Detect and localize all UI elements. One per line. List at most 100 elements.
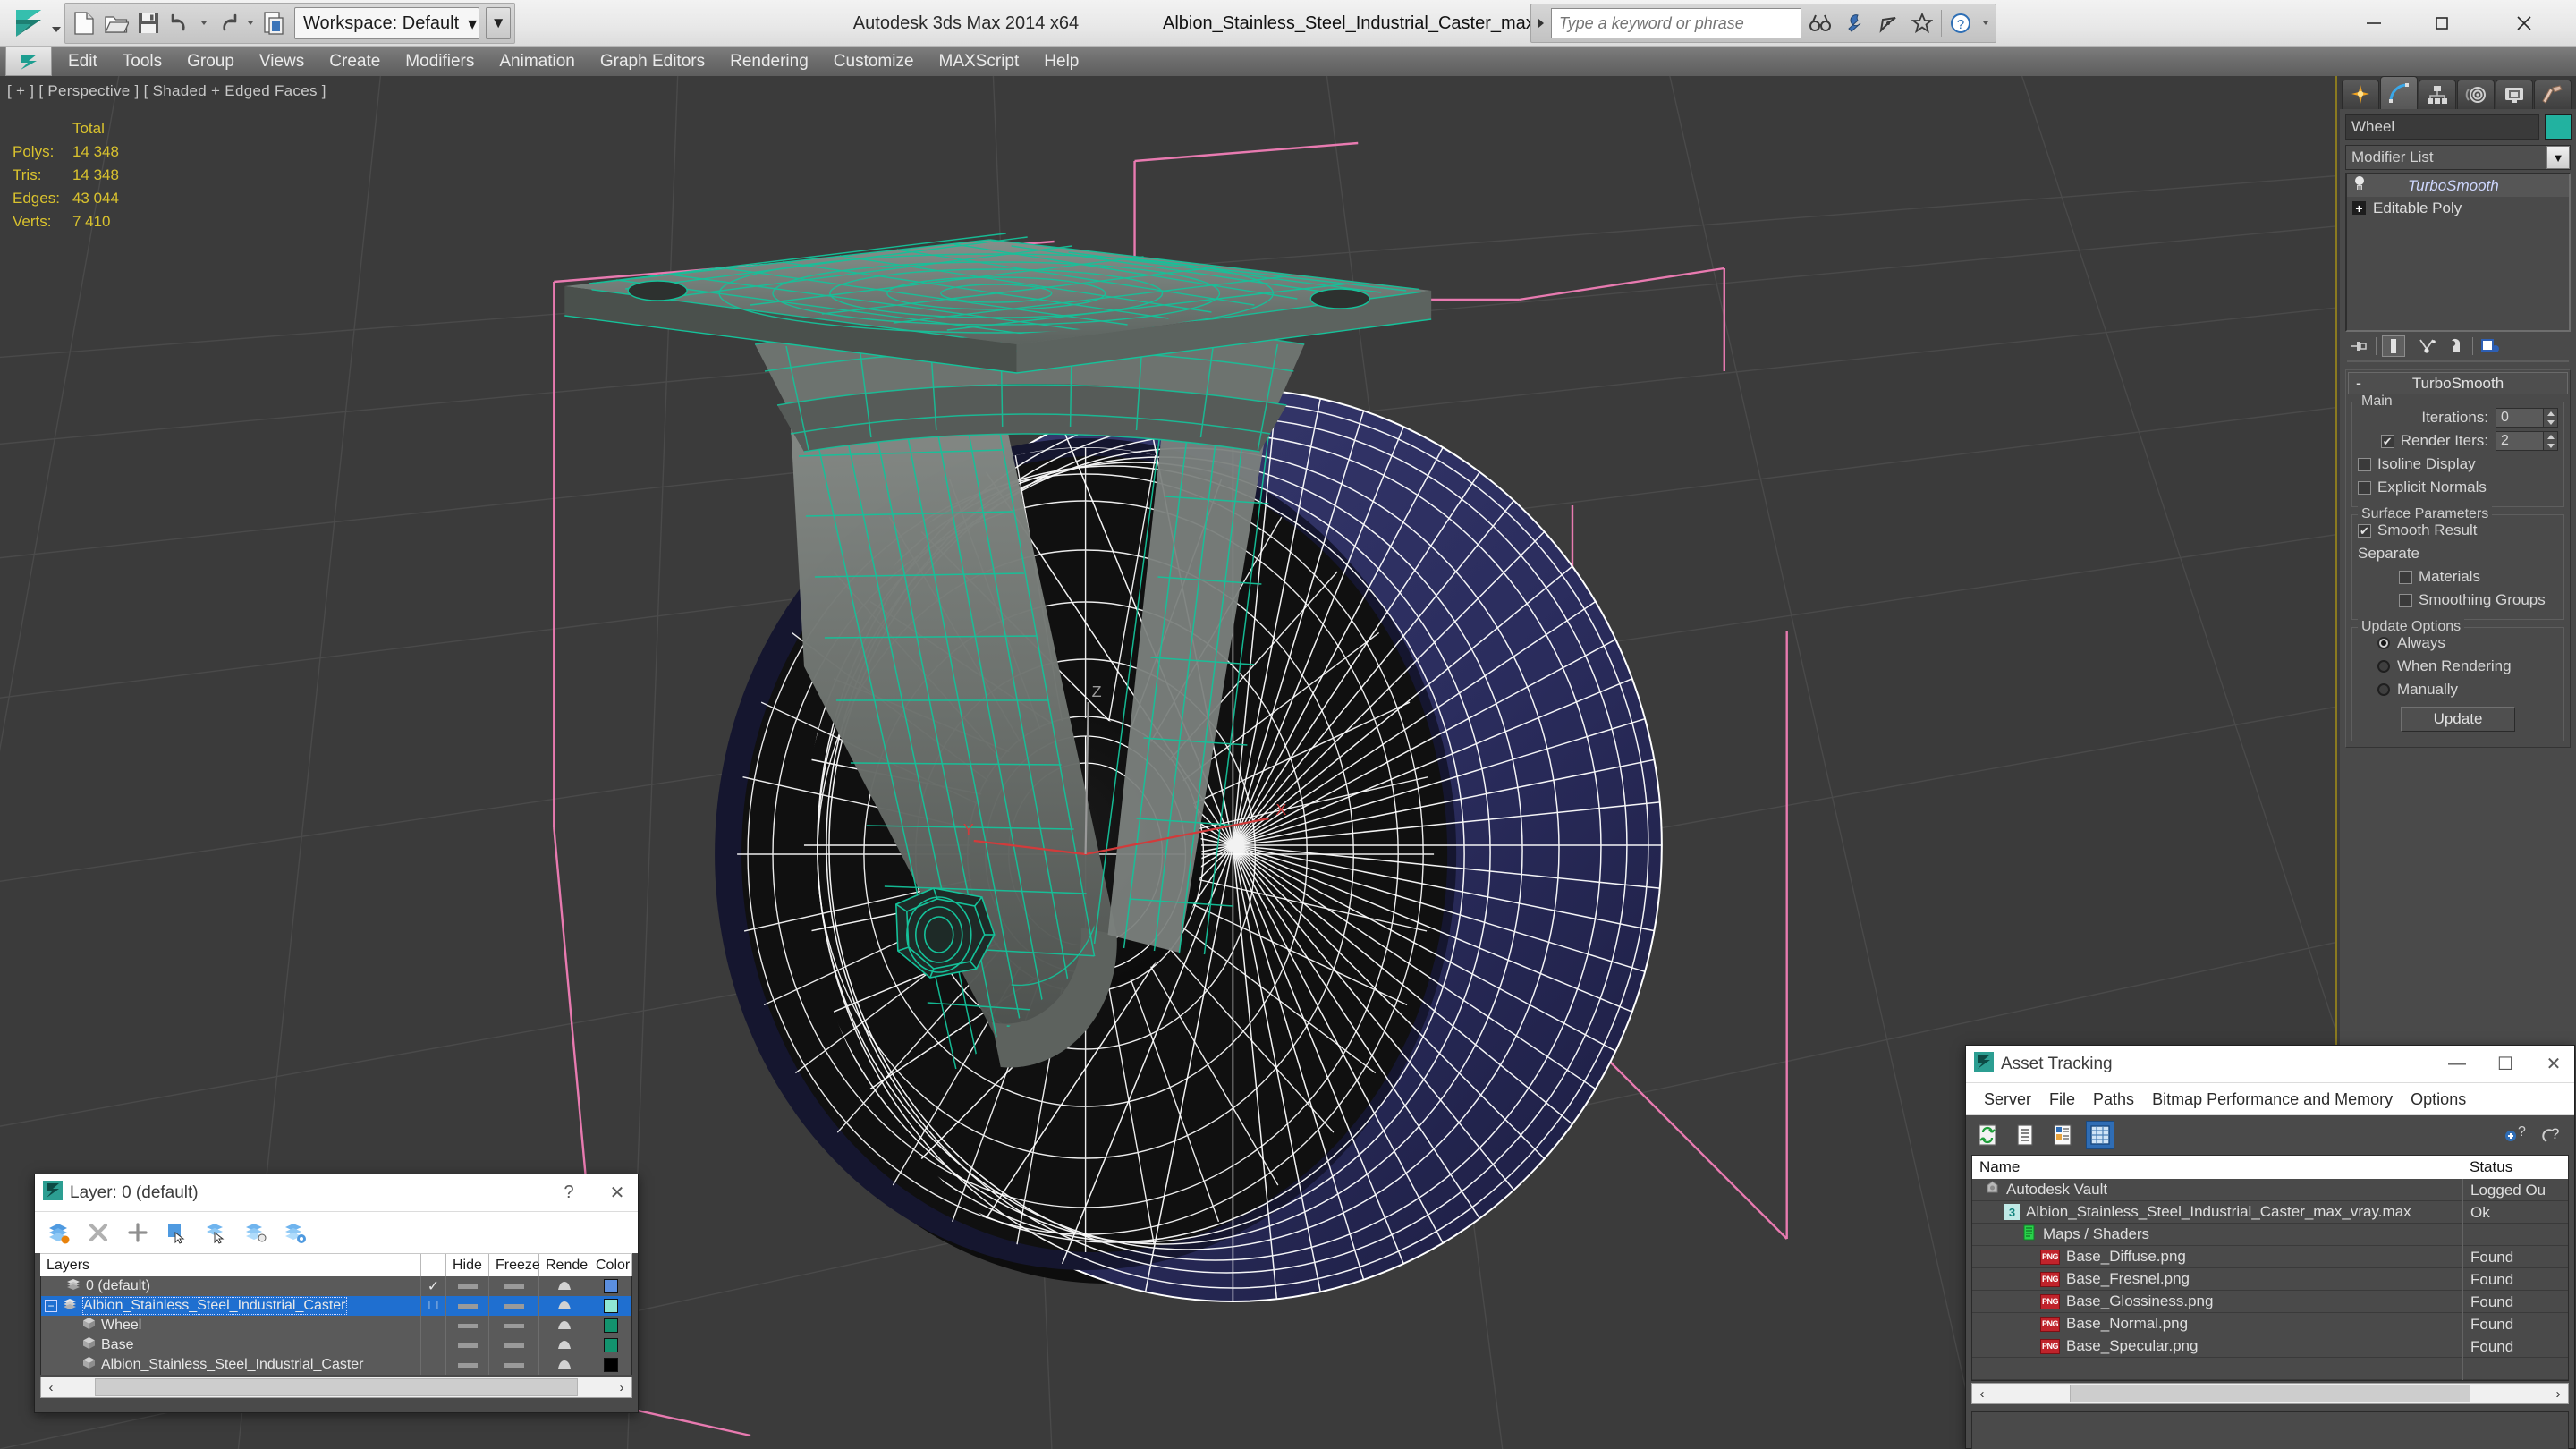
layer-render-cell[interactable] bbox=[538, 1335, 589, 1355]
menu-item-edit[interactable]: Edit bbox=[55, 47, 110, 76]
collapse-icon[interactable]: - bbox=[2356, 374, 2361, 393]
scroll-left-arrow-icon[interactable]: ‹ bbox=[1972, 1386, 1992, 1402]
save-file-icon[interactable] bbox=[133, 6, 164, 40]
object-color-swatch[interactable] bbox=[2545, 114, 2572, 140]
plus-box-icon[interactable]: + bbox=[2352, 201, 2366, 215]
display-tab[interactable] bbox=[2496, 80, 2533, 109]
open-file-icon[interactable] bbox=[101, 6, 131, 40]
asset-menu-file[interactable]: File bbox=[2040, 1083, 2084, 1115]
modifier-stack[interactable]: TurboSmooth + Editable Poly bbox=[2345, 173, 2571, 332]
asset-col-name[interactable]: Name bbox=[1972, 1156, 2462, 1179]
hierarchy-tab[interactable] bbox=[2419, 80, 2456, 109]
asset-menu-bitmap-performance[interactable]: Bitmap Performance and Memory bbox=[2143, 1083, 2402, 1115]
asset-tracking-dialog[interactable]: Asset Tracking — ☐ ✕ Server File Paths B… bbox=[1965, 1045, 2575, 1449]
scrollbar-thumb[interactable] bbox=[2070, 1385, 2470, 1402]
menu-item-create[interactable]: Create bbox=[317, 47, 393, 76]
table-row[interactable]: PNG Base_Normal.png Found bbox=[1972, 1312, 2568, 1335]
add-help-icon[interactable]: ? bbox=[2501, 1121, 2529, 1149]
pin-stack-icon[interactable] bbox=[2347, 335, 2370, 357]
table-row[interactable]: Maps / Shaders bbox=[1972, 1223, 2568, 1246]
update-button[interactable]: Update bbox=[2401, 707, 2515, 732]
modify-tab[interactable] bbox=[2380, 76, 2418, 109]
asset-minimize-button[interactable]: — bbox=[2436, 1046, 2478, 1083]
scrollbar-thumb[interactable] bbox=[95, 1378, 578, 1396]
layer-color-cell[interactable] bbox=[589, 1276, 631, 1296]
layer-col-render[interactable]: Render bbox=[539, 1254, 592, 1276]
help-icon[interactable]: ? bbox=[2538, 1121, 2567, 1149]
layer-freeze-cell[interactable] bbox=[488, 1355, 538, 1375]
table-row[interactable]: 3 Albion_Stainless_Steel_Industrial_Cast… bbox=[1972, 1200, 2568, 1224]
object-name-field[interactable]: Wheel bbox=[2345, 114, 2539, 140]
wrench-icon[interactable] bbox=[1839, 5, 1869, 41]
smooth-result-checkbox[interactable]: ✔ bbox=[2358, 523, 2371, 538]
layer-col-color[interactable]: Color bbox=[589, 1254, 632, 1276]
menu-item-tools[interactable]: Tools bbox=[110, 47, 174, 76]
new-file-icon[interactable] bbox=[69, 6, 99, 40]
table-view-icon[interactable] bbox=[2086, 1121, 2114, 1149]
iterations-spin-buttons[interactable] bbox=[2544, 408, 2558, 428]
asset-close-button[interactable]: ✕ bbox=[2533, 1046, 2574, 1083]
satellite-dish-icon[interactable] bbox=[1873, 5, 1903, 41]
iterations-spinner[interactable]: 0 bbox=[2496, 408, 2558, 428]
stack-item-turbosmooth[interactable]: TurboSmooth bbox=[2347, 174, 2569, 197]
asset-col-status[interactable]: Status bbox=[2462, 1156, 2568, 1179]
layer-render-cell[interactable] bbox=[538, 1355, 589, 1375]
layer-horizontal-scrollbar[interactable]: ‹ › bbox=[40, 1377, 632, 1398]
3ds-max-logo[interactable] bbox=[7, 2, 50, 45]
render-iters-checkbox[interactable]: ✔ bbox=[2380, 434, 2394, 448]
asset-menu-paths[interactable]: Paths bbox=[2084, 1083, 2143, 1115]
layer-current-cell[interactable]: ✓ bbox=[420, 1276, 445, 1296]
table-row[interactable]: PNG Base_Specular.png Found bbox=[1972, 1335, 2568, 1358]
layer-col-layers[interactable]: Layers bbox=[40, 1254, 421, 1276]
window-minimize-button[interactable] bbox=[2340, 0, 2408, 47]
viewport-label[interactable]: [ + ] [ Perspective ] [ Shaded + Edged F… bbox=[7, 82, 326, 100]
update-manually-row[interactable]: Manually bbox=[2358, 678, 2558, 701]
layer-render-cell[interactable] bbox=[538, 1296, 589, 1316]
infocenter-expand-icon[interactable] bbox=[1535, 5, 1547, 41]
menu-item-group[interactable]: Group bbox=[174, 47, 247, 76]
asset-menu-options[interactable]: Options bbox=[2402, 1083, 2475, 1115]
layer-properties-icon[interactable] bbox=[282, 1218, 309, 1247]
render-iters-spin-buttons[interactable] bbox=[2544, 431, 2558, 451]
table-row[interactable]: 0 (default) ✓ bbox=[41, 1276, 631, 1296]
configure-modifier-sets-icon[interactable] bbox=[2479, 335, 2502, 357]
highlight-selected-objects-icon[interactable] bbox=[242, 1218, 269, 1247]
separate-smoothing-groups-checkbox[interactable] bbox=[2399, 593, 2412, 607]
scroll-left-arrow-icon[interactable]: ‹ bbox=[41, 1380, 61, 1395]
add-selection-to-layer-icon[interactable] bbox=[124, 1218, 151, 1247]
window-maximize-button[interactable] bbox=[2408, 0, 2476, 47]
layer-dialog-close-button[interactable]: ✕ bbox=[597, 1174, 638, 1212]
utilities-tab[interactable] bbox=[2534, 80, 2572, 109]
isoline-display-checkbox[interactable] bbox=[2358, 457, 2371, 471]
expander-icon[interactable]: − bbox=[45, 1300, 57, 1312]
chevron-down-icon[interactable]: ▼ bbox=[2546, 146, 2570, 169]
layer-col-hide[interactable]: Hide bbox=[446, 1254, 489, 1276]
table-row[interactable]: Autodesk Vault Logged Ou bbox=[1972, 1178, 2568, 1201]
layer-list[interactable]: 0 (default) ✓ − Albion_Stainless_Steel_I… bbox=[40, 1276, 632, 1375]
make-unique-icon[interactable] bbox=[2417, 335, 2440, 357]
search-input[interactable] bbox=[1551, 8, 1801, 38]
layer-freeze-cell[interactable] bbox=[488, 1335, 538, 1355]
layer-hide-cell[interactable] bbox=[445, 1335, 488, 1355]
menu-item-modifiers[interactable]: Modifiers bbox=[393, 47, 487, 76]
layer-color-cell[interactable] bbox=[589, 1296, 631, 1316]
table-row[interactable]: Base bbox=[41, 1335, 631, 1355]
table-row[interactable]: PNG Base_Diffuse.png Found bbox=[1972, 1245, 2568, 1268]
table-row[interactable] bbox=[1972, 1357, 2568, 1380]
update-when-rendering-row[interactable]: When Rendering bbox=[2358, 655, 2558, 678]
table-row[interactable]: PNG Base_Fresnel.png Found bbox=[1972, 1267, 2568, 1291]
select-objects-in-layer-icon[interactable] bbox=[164, 1218, 191, 1247]
menubar-logo-icon[interactable] bbox=[5, 47, 52, 76]
star-favorites-icon[interactable] bbox=[1907, 5, 1937, 41]
scroll-right-arrow-icon[interactable]: › bbox=[612, 1380, 631, 1395]
help-question-icon[interactable]: ? bbox=[1945, 5, 1976, 41]
search-binoculars-icon[interactable] bbox=[1805, 5, 1835, 41]
layer-color-cell[interactable] bbox=[589, 1355, 631, 1375]
layer-col-freeze[interactable]: Freeze bbox=[489, 1254, 540, 1276]
redo-icon[interactable] bbox=[212, 6, 242, 40]
layer-freeze-cell[interactable] bbox=[488, 1276, 538, 1296]
window-close-button[interactable] bbox=[2490, 0, 2558, 47]
asset-maximize-button[interactable]: ☐ bbox=[2485, 1046, 2526, 1083]
menu-item-customize[interactable]: Customize bbox=[821, 47, 927, 76]
rollout-header[interactable]: - TurboSmooth bbox=[2348, 372, 2568, 394]
